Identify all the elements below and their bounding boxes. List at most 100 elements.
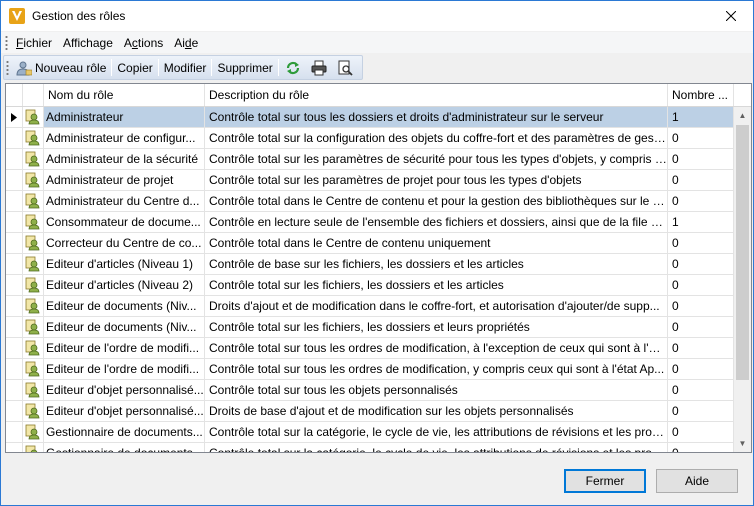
role-description-cell[interactable]: Contrôle total sur tous les ordres de mo…: [205, 338, 668, 359]
role-name-cell[interactable]: Editeur de documents (Niv...: [44, 317, 205, 338]
role-name-cell[interactable]: Editeur d'articles (Niveau 2): [44, 275, 205, 296]
table-row[interactable]: Editeur d'articles (Niveau 2) Contrôle to…: [6, 275, 735, 296]
role-description-cell[interactable]: Contrôle total sur les fichiers, les dos…: [205, 317, 668, 338]
role-description-cell[interactable]: Contrôle total sur tous les dossiers et …: [205, 107, 668, 128]
role-name-cell[interactable]: Administrateur: [44, 107, 205, 128]
vertical-scrollbar[interactable]: ▲ ▼: [734, 107, 751, 452]
row-indicator[interactable]: [6, 275, 23, 296]
role-name-cell[interactable]: Consommateur de docume...: [44, 212, 205, 233]
role-description-cell[interactable]: Contrôle total sur les fichiers, les dos…: [205, 275, 668, 296]
column-header-description[interactable]: Description du rôle: [205, 84, 668, 106]
role-count-cell[interactable]: 0: [668, 443, 734, 452]
role-count-cell[interactable]: 0: [668, 380, 734, 401]
role-name-cell[interactable]: Administrateur de configur...: [44, 128, 205, 149]
table-row[interactable]: Administrateur de la sécurité Contrôle to…: [6, 149, 735, 170]
scroll-down-icon[interactable]: ▼: [734, 435, 751, 452]
table-row[interactable]: Consommateur de docume... Contrôle en lec…: [6, 212, 735, 233]
role-count-cell[interactable]: 0: [668, 296, 734, 317]
table-row[interactable]: Editeur de l'ordre de modifi... Contrôle …: [6, 359, 735, 380]
row-indicator[interactable]: [6, 128, 23, 149]
row-indicator[interactable]: [6, 170, 23, 191]
role-name-cell[interactable]: Editeur de l'ordre de modifi...: [44, 338, 205, 359]
role-count-cell[interactable]: 0: [668, 254, 734, 275]
menu-affichage[interactable]: Affichage: [60, 36, 121, 50]
role-description-cell[interactable]: Contrôle total sur les paramètres de séc…: [205, 149, 668, 170]
role-count-cell[interactable]: 0: [668, 170, 734, 191]
role-description-cell[interactable]: Contrôle total sur tous les ordres de mo…: [205, 359, 668, 380]
help-button[interactable]: Aide: [656, 469, 738, 493]
table-row[interactable]: Gestionnaire de documents... Contrôle tot…: [6, 422, 735, 443]
role-description-cell[interactable]: Droits de base d'ajout et de modificatio…: [205, 401, 668, 422]
role-count-cell[interactable]: 0: [668, 128, 734, 149]
table-row[interactable]: Editeur d'objet personnalisé... Droits de…: [6, 401, 735, 422]
table-row[interactable]: Editeur de l'ordre de modifi... Contrôle …: [6, 338, 735, 359]
role-description-cell[interactable]: Contrôle total sur la catégorie, le cycl…: [205, 443, 668, 452]
role-name-cell[interactable]: Administrateur de la sécurité: [44, 149, 205, 170]
table-row[interactable]: Administrateur du Centre d... Contrôle to…: [6, 191, 735, 212]
table-row[interactable]: Editeur d'objet personnalisé... Contrôle …: [6, 380, 735, 401]
role-description-cell[interactable]: Contrôle total sur la catégorie, le cycl…: [205, 422, 668, 443]
scroll-up-icon[interactable]: ▲: [734, 107, 751, 124]
delete-button[interactable]: Supprimer: [214, 57, 275, 78]
modify-button[interactable]: Modifier: [161, 57, 210, 78]
role-description-cell[interactable]: Contrôle total dans le Centre de contenu…: [205, 191, 668, 212]
role-count-cell[interactable]: 0: [668, 401, 734, 422]
row-indicator[interactable]: [6, 191, 23, 212]
row-indicator[interactable]: [6, 254, 23, 275]
role-count-cell[interactable]: 0: [668, 317, 734, 338]
table-row[interactable]: Correcteur du Centre de co... Contrôle to…: [6, 233, 735, 254]
table-row[interactable]: Editeur d'articles (Niveau 1) Contrôle de…: [6, 254, 735, 275]
row-indicator[interactable]: [6, 338, 23, 359]
role-description-cell[interactable]: Contrôle total sur la configuration des …: [205, 128, 668, 149]
table-row[interactable]: Administrateur de projet Contrôle total s…: [6, 170, 735, 191]
role-description-cell[interactable]: Contrôle en lecture seule de l'ensemble …: [205, 212, 668, 233]
role-name-cell[interactable]: Administrateur du Centre d...: [44, 191, 205, 212]
role-name-cell[interactable]: Editeur de l'ordre de modifi...: [44, 359, 205, 380]
table-row[interactable]: Editeur de documents (Niv... Droits d'ajo…: [6, 296, 735, 317]
role-description-cell[interactable]: Contrôle de base sur les fichiers, les d…: [205, 254, 668, 275]
row-indicator[interactable]: [6, 149, 23, 170]
role-name-cell[interactable]: Administrateur de projet: [44, 170, 205, 191]
row-indicator[interactable]: [6, 359, 23, 380]
column-header-count[interactable]: Nombre ...: [668, 84, 734, 106]
close-button[interactable]: Fermer: [564, 469, 646, 493]
role-name-cell[interactable]: Editeur d'objet personnalisé...: [44, 380, 205, 401]
role-count-cell[interactable]: 0: [668, 149, 734, 170]
table-row[interactable]: Editeur de documents (Niv... Contrôle tot…: [6, 317, 735, 338]
role-count-cell[interactable]: 1: [668, 107, 734, 128]
column-header-name[interactable]: Nom du rôle: [44, 84, 205, 106]
role-name-cell[interactable]: Gestionnaire de documents...: [44, 422, 205, 443]
role-description-cell[interactable]: Droits d'ajout et de modification dans l…: [205, 296, 668, 317]
row-indicator[interactable]: [6, 317, 23, 338]
role-name-cell[interactable]: Correcteur du Centre de co...: [44, 233, 205, 254]
toolbar-grip-icon[interactable]: [6, 60, 9, 75]
print-button[interactable]: [307, 57, 333, 78]
print-preview-button[interactable]: [333, 57, 359, 78]
role-name-cell[interactable]: Editeur d'objet personnalisé...: [44, 401, 205, 422]
menu-actions[interactable]: Actions: [121, 36, 171, 50]
copy-button[interactable]: Copier: [114, 57, 155, 78]
close-window-button[interactable]: [708, 1, 753, 31]
menu-aide[interactable]: Aide: [171, 36, 206, 50]
role-name-cell[interactable]: Gestionnaire de documents...: [44, 443, 205, 452]
role-count-cell[interactable]: 0: [668, 422, 734, 443]
role-description-cell[interactable]: Contrôle total sur tous les objets perso…: [205, 380, 668, 401]
table-row[interactable]: Administrateur de configur... Contrôle to…: [6, 128, 735, 149]
role-count-cell[interactable]: 0: [668, 233, 734, 254]
role-description-cell[interactable]: Contrôle total dans le Centre de contenu…: [205, 233, 668, 254]
menu-fichier[interactable]: Fichier: [13, 36, 60, 50]
table-row[interactable]: Gestionnaire de documents... Contrôle tot…: [6, 443, 735, 452]
role-name-cell[interactable]: Editeur de documents (Niv...: [44, 296, 205, 317]
row-indicator[interactable]: [6, 233, 23, 254]
refresh-button[interactable]: [281, 57, 307, 78]
row-indicator[interactable]: [6, 401, 23, 422]
scrollbar-thumb[interactable]: [736, 125, 749, 380]
menu-grip-icon[interactable]: [5, 35, 8, 50]
role-count-cell[interactable]: 0: [668, 191, 734, 212]
new-role-button[interactable]: Nouveau rôle: [12, 57, 109, 78]
row-indicator[interactable]: [6, 443, 23, 452]
role-name-cell[interactable]: Editeur d'articles (Niveau 1): [44, 254, 205, 275]
row-indicator[interactable]: [6, 212, 23, 233]
role-count-cell[interactable]: 0: [668, 275, 734, 296]
row-indicator[interactable]: [6, 107, 23, 128]
